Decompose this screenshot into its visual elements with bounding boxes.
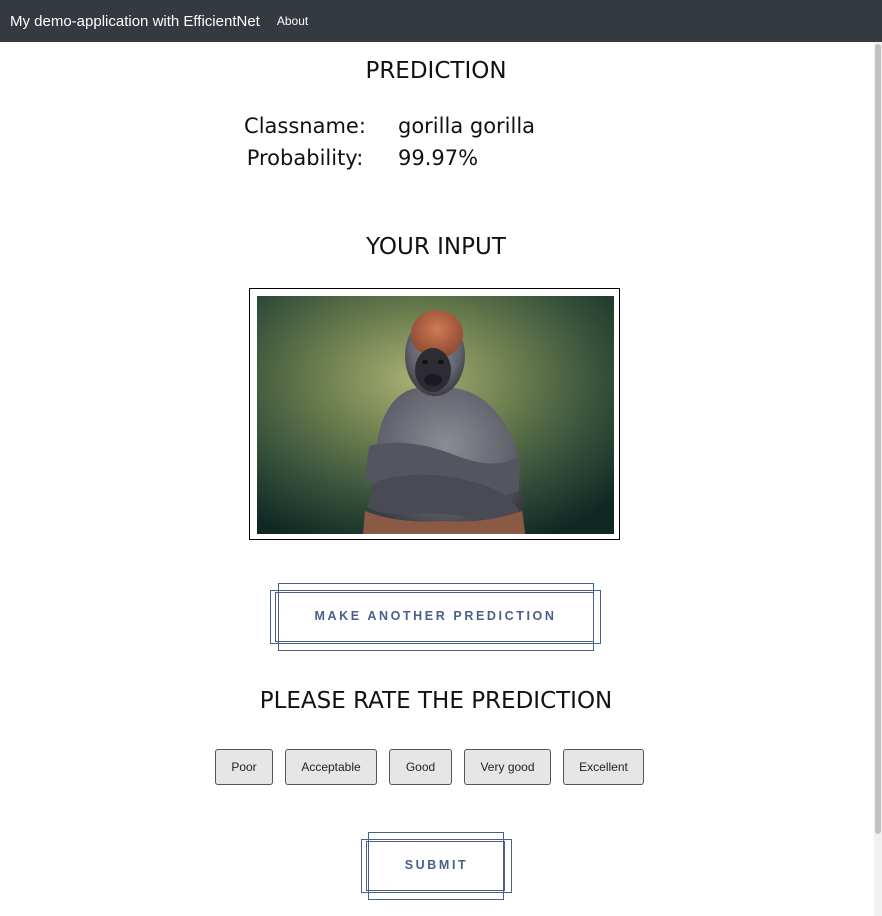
probability-label: Probability: [246,146,364,170]
make-another-prediction-button[interactable]: MAKE ANOTHER PREDICTION [270,583,601,651]
input-image-frame [249,288,620,540]
nav-link-about[interactable]: About [277,14,308,28]
brand-title[interactable]: My demo-application with EfficientNet [10,13,260,30]
probability-value: 99.97% [398,146,479,170]
rate-good-button[interactable]: Good [389,749,452,785]
rate-poor-button[interactable]: Poor [215,749,273,785]
rate-excellent-button[interactable]: Excellent [563,749,644,785]
submit-label: SUBMIT [404,858,469,872]
navbar: My demo-application with EfficientNet Ab… [0,0,882,42]
classname-label: Classname: [244,114,366,138]
rate-very-good-button[interactable]: Very good [464,749,551,785]
prediction-heading: PREDICTION [365,58,507,84]
rating-heading: PLEASE RATE THE PREDICTION [259,688,613,714]
scrollbar-thumb[interactable] [875,44,881,834]
input-image [257,296,614,534]
submit-button[interactable]: SUBMIT [361,832,512,900]
make-another-prediction-label: MAKE ANOTHER PREDICTION [314,609,557,623]
input-heading: YOUR INPUT [366,234,506,260]
classname-value: gorilla gorilla [398,114,536,138]
rate-acceptable-button[interactable]: Acceptable [285,749,377,785]
